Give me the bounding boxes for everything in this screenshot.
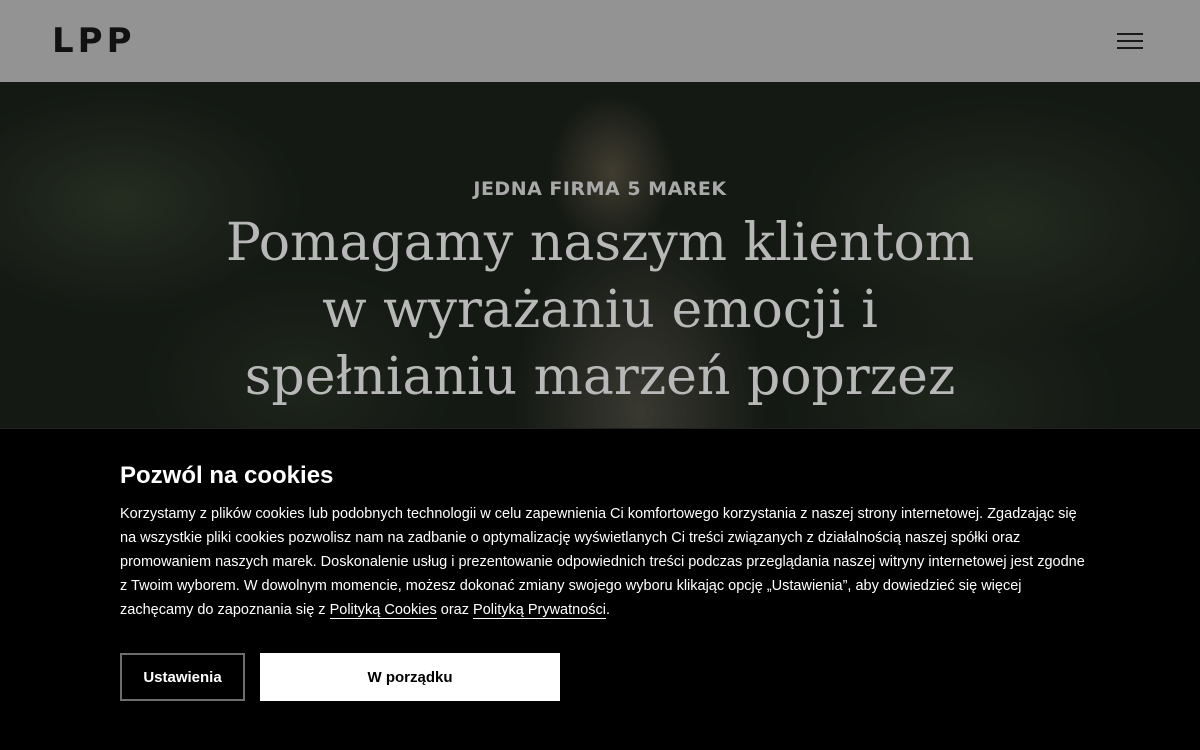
hero-title-line: w wyrażaniu emocji i: [322, 280, 878, 340]
cookie-text-end: .: [606, 602, 611, 618]
hero-title: Pomagamy naszym klientom w wyrażaniu emo…: [200, 210, 1000, 411]
privacy-policy-link[interactable]: Polityką Prywatności: [473, 602, 606, 619]
hero-title-line: spełnianiu marzeń poprzez: [244, 347, 956, 407]
hero-section: JEDNA FIRMA 5 MAREK Pomagamy naszym klie…: [0, 82, 1200, 428]
cookie-text-connector: oraz: [436, 602, 474, 618]
cookie-settings-button[interactable]: Ustawienia: [120, 653, 245, 701]
cookie-accept-button[interactable]: W porządku: [260, 653, 560, 701]
menu-line: [1117, 47, 1143, 49]
hero-eyebrow: JEDNA FIRMA 5 MAREK: [473, 178, 727, 200]
cookie-policy-link[interactable]: Polityką Cookies: [329, 602, 437, 619]
cookie-banner-text: Korzystamy z plików cookies lub podobnyc…: [120, 502, 1085, 622]
hamburger-menu-icon[interactable]: [1110, 26, 1150, 56]
cookie-banner: Pozwól na cookies Korzystamy z plików co…: [0, 428, 1200, 750]
cookie-banner-title: Pozwól na cookies: [120, 462, 334, 489]
hero-title-line: Pomagamy naszym klientom: [225, 213, 975, 273]
site-header: LPP: [0, 0, 1200, 82]
lpp-logo[interactable]: LPP: [52, 24, 136, 58]
menu-line: [1117, 40, 1143, 42]
menu-line: [1117, 33, 1143, 35]
